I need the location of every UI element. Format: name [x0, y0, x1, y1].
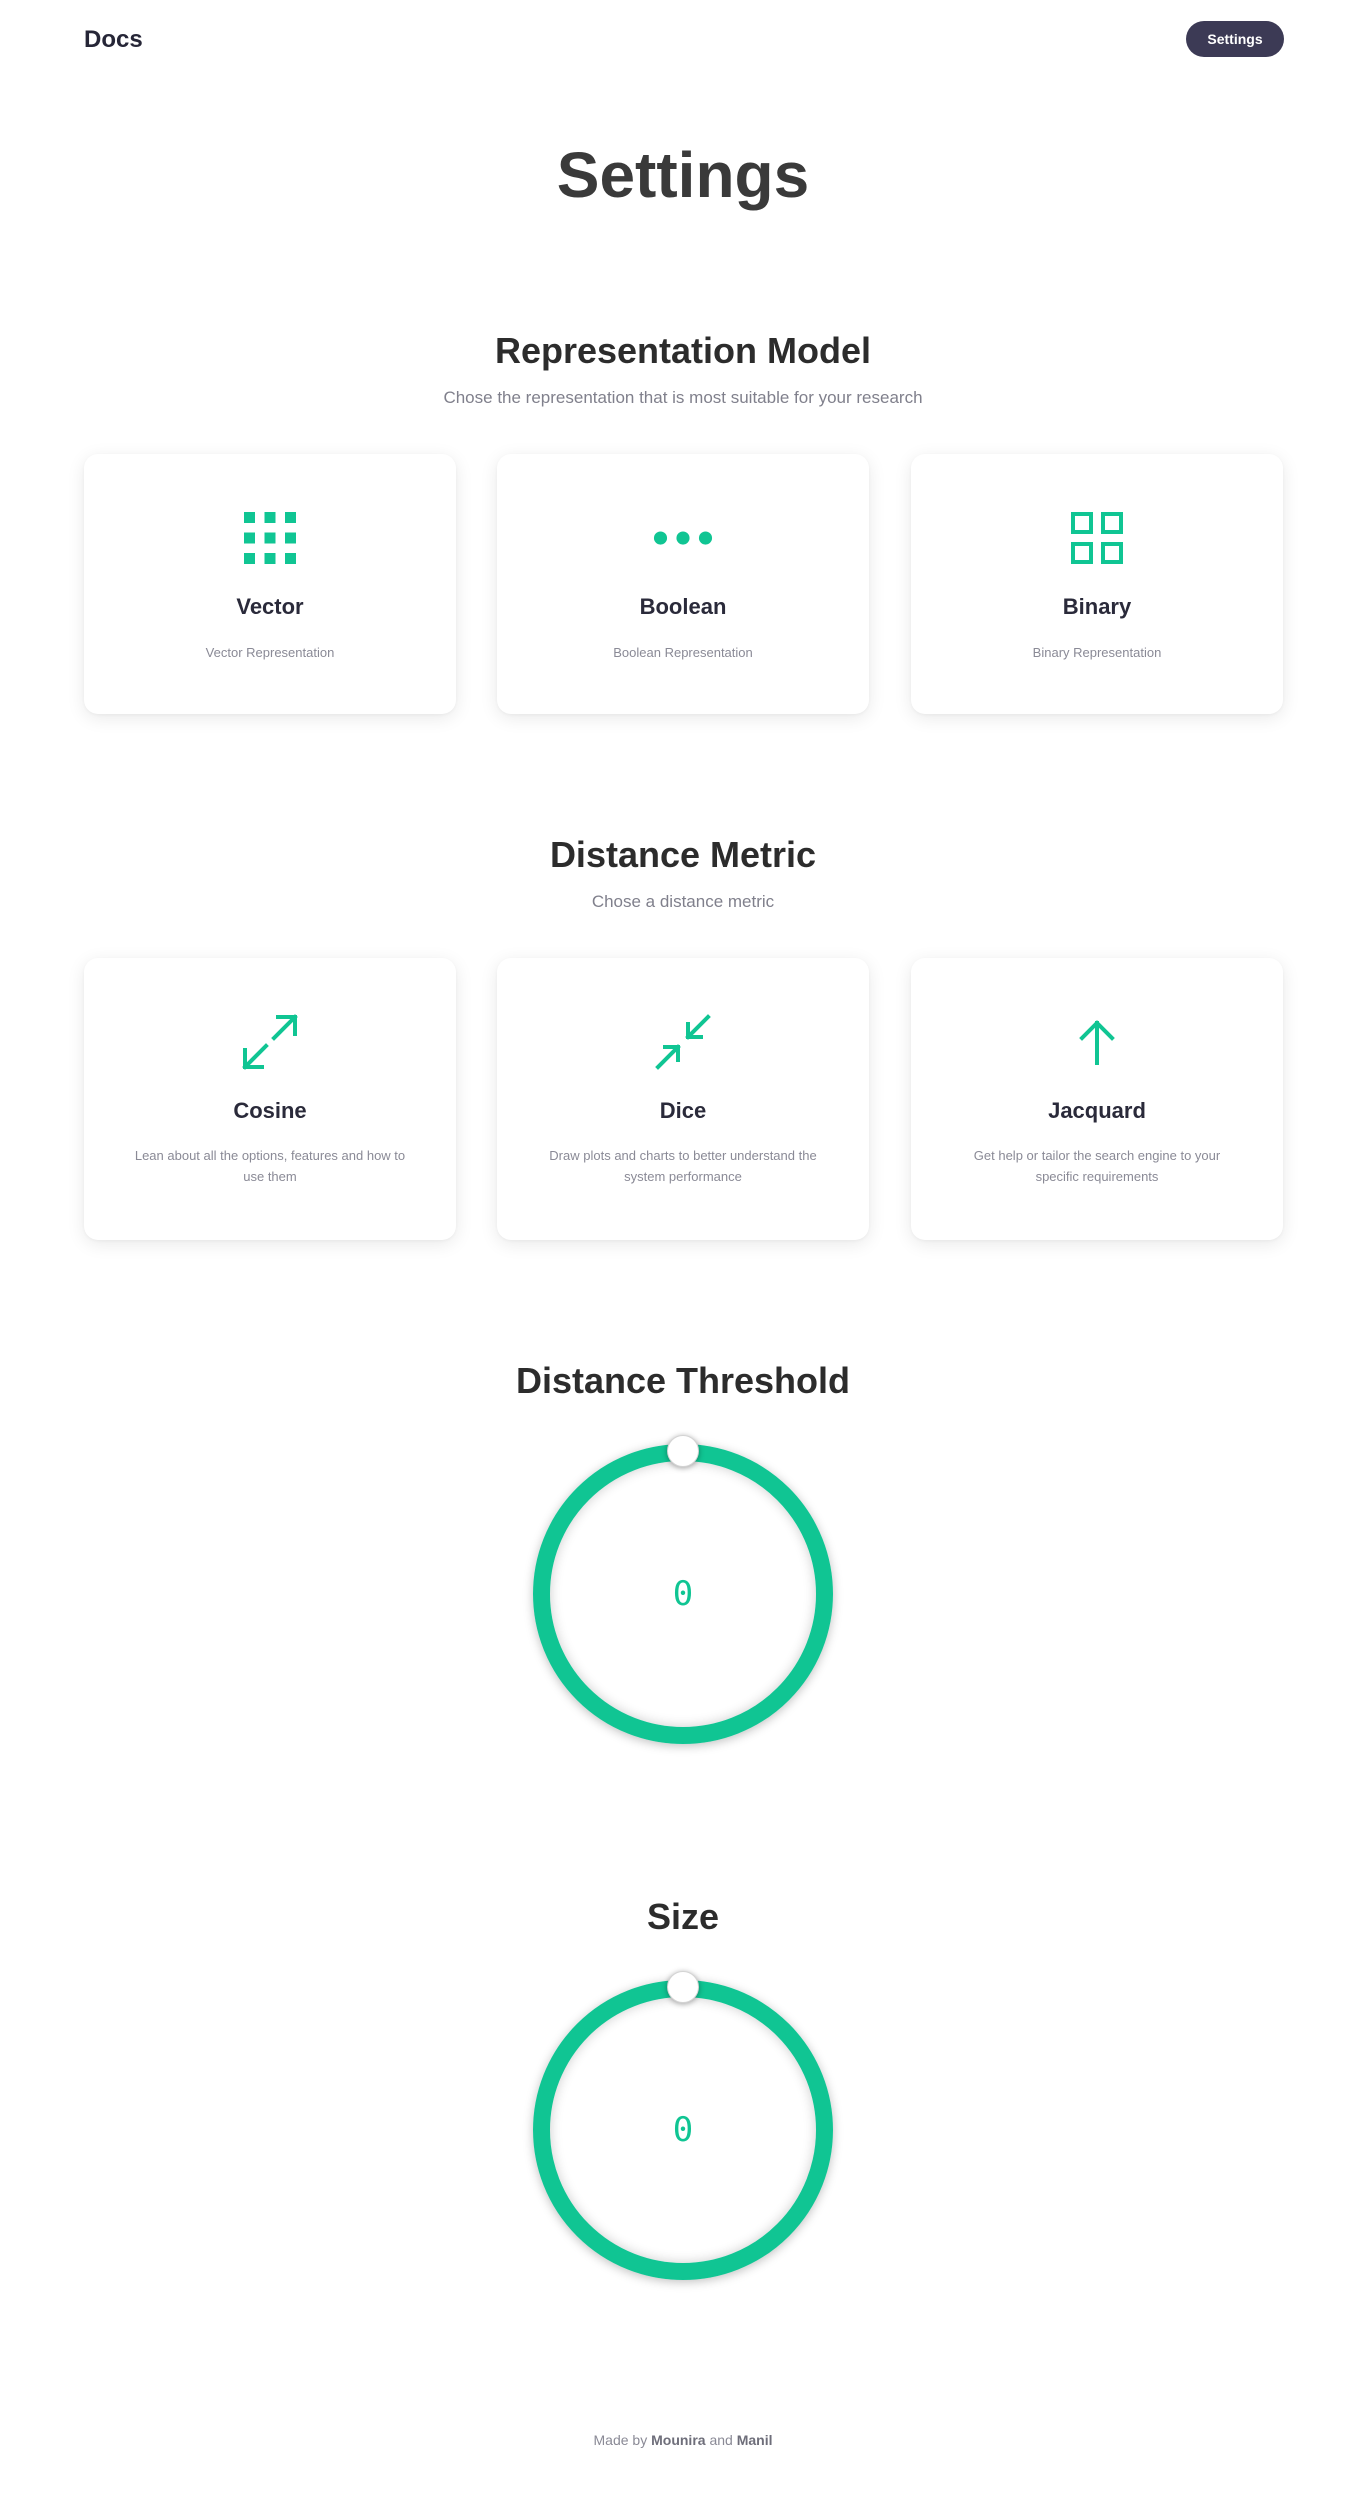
card-description: Draw plots and charts to better understa…	[549, 1148, 817, 1184]
card-title: Dice	[659, 1098, 707, 1123]
settings-button[interactable]: Settings	[1186, 21, 1284, 57]
distance-threshold-title: Distance Threshold	[515, 1360, 851, 1401]
squares-grid-icon	[1067, 508, 1127, 568]
size-knob[interactable]	[667, 1971, 699, 2003]
page-title: Settings	[556, 139, 810, 211]
size-title: Size	[646, 1896, 720, 1937]
card-title: Binary	[1062, 594, 1132, 619]
distance-metric-subtitle: Chose a distance metric	[591, 892, 775, 911]
collapse-arrows-icon	[653, 1012, 713, 1072]
footer: Made by Mounira and Manil	[0, 2432, 1366, 2448]
card-title: Cosine	[233, 1098, 307, 1123]
card-description: Boolean Representation	[613, 645, 753, 660]
card-jacquard[interactable]: Jacquard Get help or tailor the search e…	[911, 958, 1283, 1240]
ellipsis-icon	[653, 508, 713, 568]
representation-subtitle: Chose the representation that is most su…	[443, 388, 923, 407]
representation-title: Representation Model	[494, 330, 872, 371]
card-description: Binary Representation	[1032, 645, 1162, 660]
card-description: Lean about all the options, features and…	[134, 1148, 406, 1184]
brand-logo[interactable]: Docs	[84, 26, 143, 54]
footer-author-1: Mounira	[651, 2432, 706, 2448]
distance-threshold-knob[interactable]	[667, 1435, 699, 1467]
card-description: Vector Representation	[205, 645, 335, 660]
card-dice[interactable]: Dice Draw plots and charts to better und…	[497, 958, 869, 1240]
expand-arrows-icon	[240, 1012, 300, 1072]
card-title: Boolean	[639, 594, 727, 619]
size-dial[interactable]: 0	[533, 1980, 833, 2280]
grid-dots-icon	[240, 508, 300, 568]
footer-author-2: Manil	[736, 2432, 773, 2448]
card-cosine[interactable]: Cosine Lean about all the options, featu…	[84, 958, 456, 1240]
card-description: Get help or tailor the search engine to …	[973, 1148, 1221, 1184]
footer-conjunction: and	[709, 2432, 733, 2448]
card-binary[interactable]: Binary Binary Representation	[911, 454, 1283, 714]
footer-prefix: Made by	[593, 2432, 648, 2448]
card-title: Jacquard	[1048, 1098, 1146, 1123]
card-title: Vector	[236, 594, 304, 619]
arrow-up-icon	[1067, 1012, 1127, 1072]
card-vector[interactable]: Vector Vector Representation	[84, 454, 456, 714]
card-boolean[interactable]: Boolean Boolean Representation	[497, 454, 869, 714]
size-value: 0	[672, 2110, 694, 2150]
distance-threshold-dial[interactable]: 0	[533, 1444, 833, 1744]
distance-threshold-value: 0	[672, 1574, 694, 1614]
top-navbar: Docs Settings	[0, 0, 1366, 80]
distance-metric-title: Distance Metric	[549, 834, 817, 875]
